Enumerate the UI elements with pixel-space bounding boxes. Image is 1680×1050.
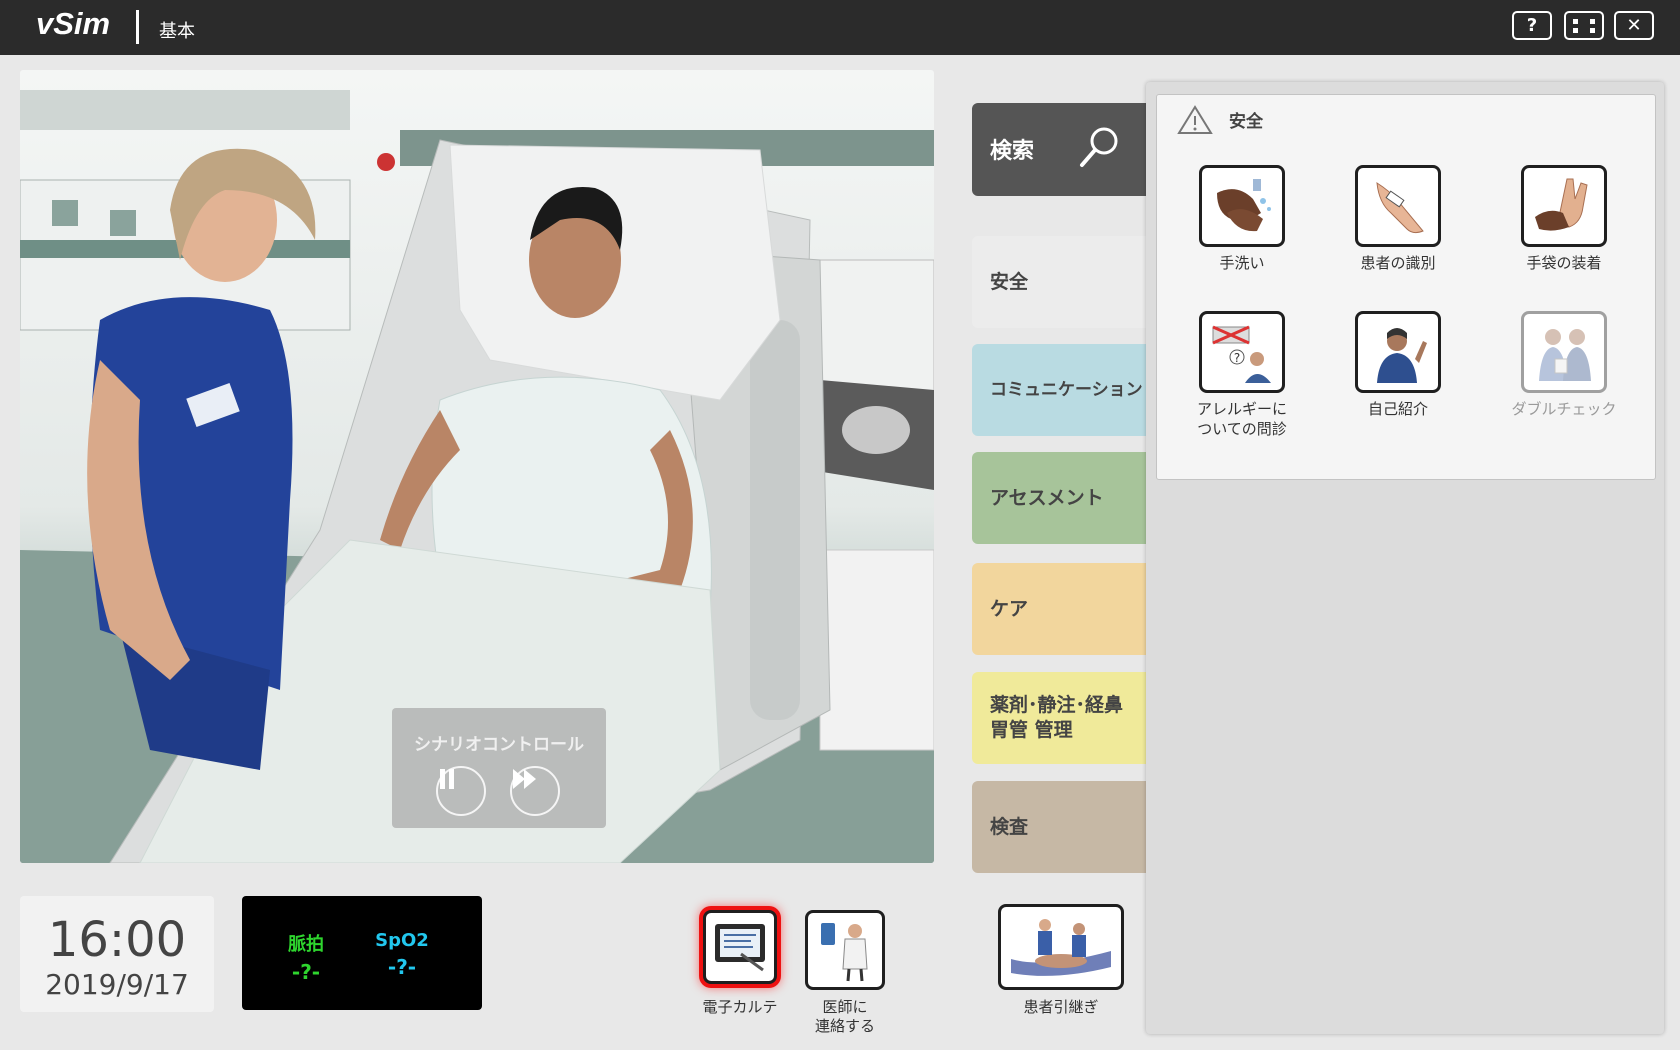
allergy-inquiry-tile[interactable]: ? <box>1199 311 1285 393</box>
spo2-value: -?- <box>387 955 417 979</box>
grid-icon <box>1573 18 1595 33</box>
category-safety[interactable]: 安全 <box>972 236 1152 328</box>
patient-identification-label: 患者の識別 <box>1360 254 1436 272</box>
search-icon <box>1080 127 1118 167</box>
category-medications-line1: 薬剤･静注･経鼻 <box>990 694 1124 716</box>
spo2-readout: SpO2 -?- <box>352 930 452 979</box>
gloving-tile[interactable] <box>1521 165 1607 247</box>
patient-handoff-icon <box>1011 919 1111 976</box>
category-medications-line2: 胃管 管理 <box>990 719 1073 741</box>
help-button[interactable]: ? <box>1512 11 1552 40</box>
ehr-button[interactable] <box>703 910 777 984</box>
nurse-wave-icon <box>1377 328 1427 383</box>
gloving-label: 手袋の装着 <box>1526 254 1602 272</box>
handwashing-icon <box>1217 179 1271 232</box>
simulation-scene[interactable]: シナリオコントロール <box>20 70 934 863</box>
category-assessment[interactable]: アセスメント <box>972 452 1152 544</box>
action-double-check: ダブルチェック <box>1494 311 1634 419</box>
ehr-label: 電子カルテ <box>702 998 778 1016</box>
clock-date: 2019/9/17 <box>45 968 189 1001</box>
fast-forward-button[interactable] <box>510 766 560 816</box>
contact-doctor-line1: 医師に <box>822 998 868 1016</box>
pause-button[interactable] <box>436 766 486 816</box>
close-icon: ✕ <box>1626 15 1642 36</box>
close-button[interactable]: ✕ <box>1614 11 1654 40</box>
safety-actions-card: 安全 手洗い 患者の識別 手袋の装着 ? アレルギーに ついての問診 自己紹介 … <box>1156 94 1656 480</box>
patient-handoff-label: 患者引継ぎ <box>1023 998 1099 1016</box>
pulse-readout: 脈拍 -?- <box>256 930 356 984</box>
spo2-label: SpO2 <box>375 930 429 951</box>
allergy-inquiry-line2: ついての問診 <box>1197 420 1287 438</box>
category-care[interactable]: ケア <box>972 563 1152 655</box>
allergy-inquiry-label: アレルギーに ついての問診 <box>1172 399 1312 439</box>
action-gloving[interactable]: 手袋の装着 <box>1494 165 1634 273</box>
search-button[interactable]: 検索 <box>972 103 1152 196</box>
pulse-label: 脈拍 <box>288 934 324 955</box>
action-allergy-inquiry[interactable]: ? アレルギーに ついての問診 <box>1172 311 1312 439</box>
self-introduction-tile[interactable] <box>1355 311 1441 393</box>
gloves-icon <box>1535 178 1588 231</box>
category-medications[interactable]: 薬剤･静注･経鼻 胃管 管理 <box>972 672 1152 764</box>
pulse-value: -?- <box>291 960 321 984</box>
category-communication[interactable]: コミュニケーション <box>972 344 1152 436</box>
allergy-inquiry-line1: アレルギーに <box>1196 400 1287 418</box>
clock-time: 16:00 <box>47 912 187 968</box>
search-label: 検索 <box>990 139 1035 164</box>
svg-text:?: ? <box>1234 351 1240 365</box>
action-self-introduction[interactable]: 自己紹介 <box>1328 311 1468 419</box>
contact-doctor-button[interactable] <box>805 910 885 990</box>
pause-icon <box>440 769 454 789</box>
patient-identification-tile[interactable] <box>1355 165 1441 247</box>
top-bar: vSim 基本 ? ✕ <box>0 0 1680 55</box>
warning-icon <box>1177 105 1213 134</box>
handwashing-label: 手洗い <box>1219 254 1265 272</box>
scenario-control-label: シナリオコントロール <box>414 735 584 755</box>
contact-doctor-label: 医師に 連絡する <box>795 998 895 1036</box>
help-icon: ? <box>1526 15 1538 36</box>
double-check-icon <box>1539 329 1591 381</box>
double-check-tile <box>1521 311 1607 393</box>
vitals-monitor[interactable]: 脈拍 -?- SpO2 -?- <box>242 896 482 1010</box>
fast-forward-icon <box>513 769 536 789</box>
handwashing-tile[interactable] <box>1199 165 1285 247</box>
contact-doctor-line2: 連絡する <box>814 1017 875 1035</box>
menu-grid-button[interactable] <box>1564 11 1604 40</box>
patient-handoff-button[interactable] <box>998 904 1124 990</box>
mode-label: 基本 <box>159 21 195 42</box>
category-examination[interactable]: 検査 <box>972 781 1152 873</box>
divider <box>136 10 139 44</box>
allergy-question-icon: ? <box>1212 325 1271 383</box>
app-logo: vSim <box>36 6 111 41</box>
self-introduction-label: 自己紹介 <box>1367 400 1428 418</box>
sim-clock: 16:00 2019/9/17 <box>20 896 214 1012</box>
action-patient-identification[interactable]: 患者の識別 <box>1328 165 1468 273</box>
panel-title: 安全 <box>1229 112 1263 132</box>
action-handwashing[interactable]: 手洗い <box>1172 165 1312 273</box>
wristband-icon <box>1376 182 1424 234</box>
double-check-label: ダブルチェック <box>1511 400 1617 418</box>
scenario-control: シナリオコントロール <box>392 708 606 828</box>
doctor-phone-icon <box>821 923 868 982</box>
ehr-tablet-icon <box>715 924 765 972</box>
